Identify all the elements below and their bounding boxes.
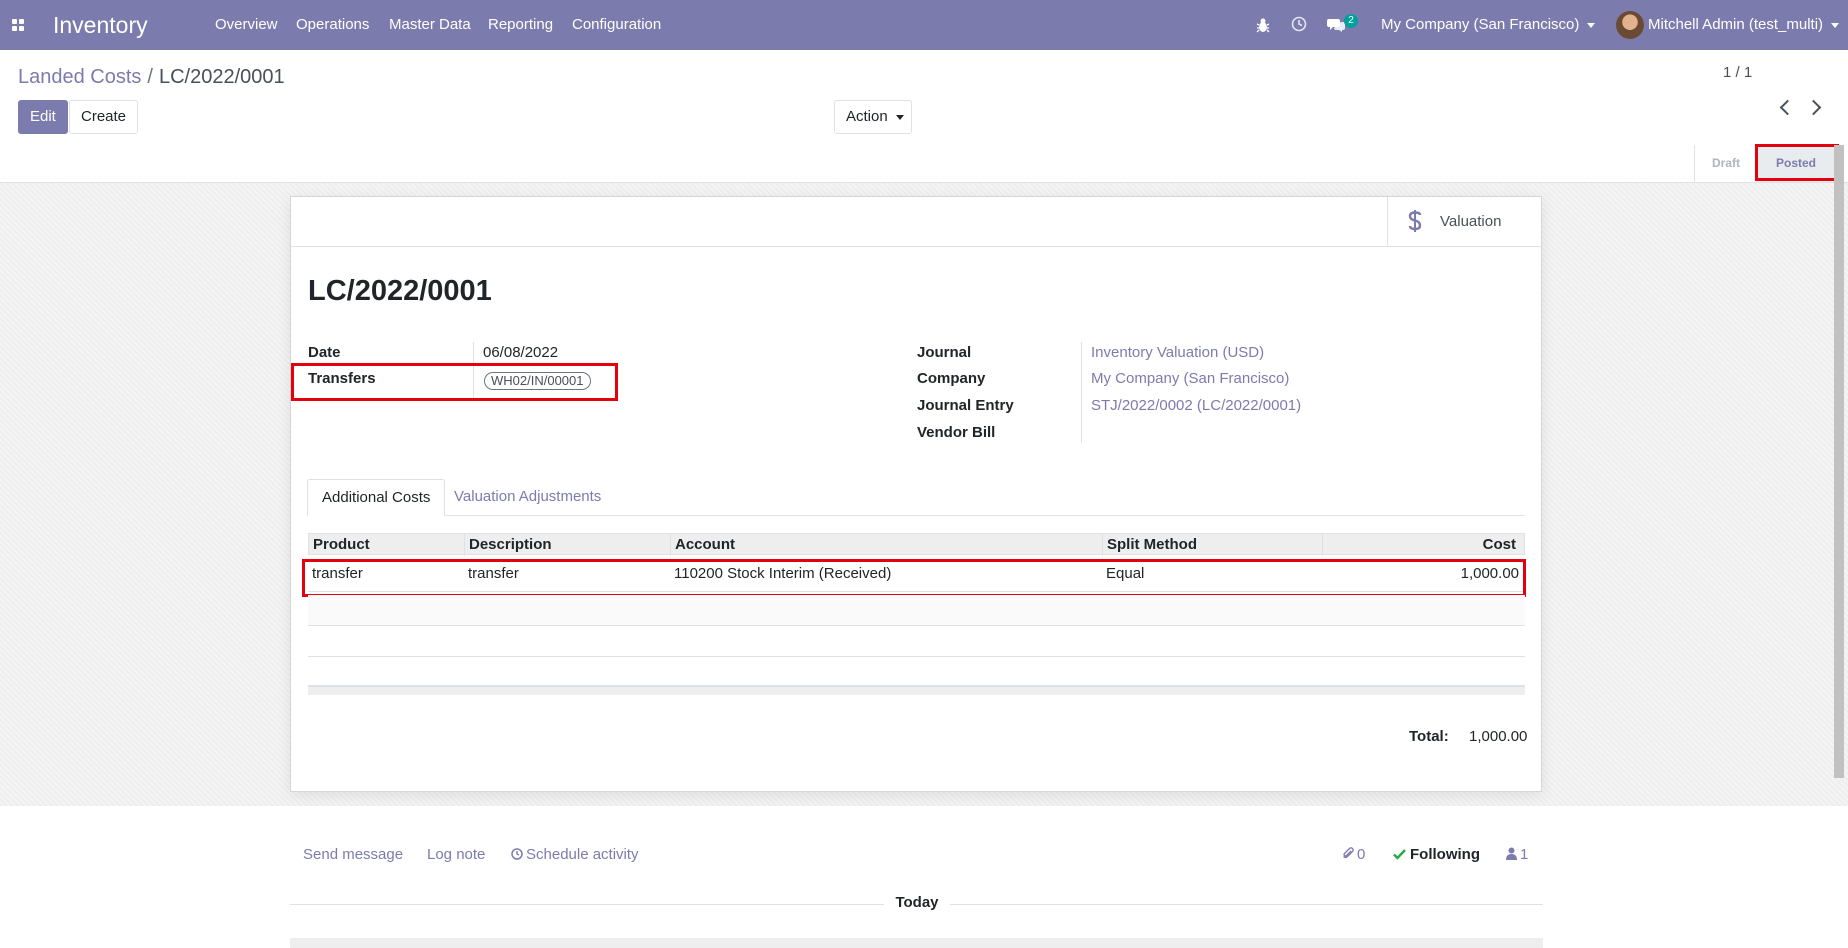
field-divider — [473, 342, 474, 398]
debug-bug-icon[interactable] — [1256, 17, 1270, 33]
log-note-button[interactable]: Log note — [427, 846, 485, 863]
form-sheet: Valuation LC/2022/0001 Date 06/08/2022 T… — [290, 196, 1542, 792]
breadcrumb: Landed Costs / LC/2022/0001 — [18, 66, 285, 89]
cell-account: 110200 Stock Interim (Received) — [674, 565, 892, 582]
journal-link[interactable]: Inventory Valuation (USD) — [1091, 344, 1264, 361]
valuation-button[interactable]: Valuation — [1387, 197, 1542, 246]
edit-button[interactable]: Edit — [18, 100, 68, 134]
cell-product: transfer — [312, 565, 363, 582]
column-account[interactable]: Account — [671, 534, 1103, 556]
menu-operations[interactable]: Operations — [296, 0, 369, 50]
transfers-label: Transfers — [308, 370, 376, 387]
company-name: My Company (San Francisco) — [1381, 16, 1580, 33]
empty-row — [308, 657, 1525, 686]
menu-overview[interactable]: Overview — [215, 0, 278, 50]
menu-master-data[interactable]: Master Data — [389, 0, 471, 50]
following-button[interactable]: Following — [1393, 846, 1480, 863]
column-description[interactable]: Description — [465, 534, 671, 556]
breadcrumb-parent-link[interactable]: Landed Costs — [18, 66, 141, 88]
empty-row — [308, 626, 1525, 657]
column-split-method[interactable]: Split Method — [1103, 534, 1323, 556]
followers-button[interactable]: 1 — [1506, 846, 1528, 863]
vendor-bill-label: Vendor Bill — [917, 424, 996, 441]
cost-lines-header: Product Description Account Split Method… — [308, 533, 1525, 556]
journal-entry-link[interactable]: STJ/2022/0002 (LC/2022/0001) — [1091, 397, 1301, 414]
attachments-button[interactable]: 0 — [1342, 846, 1365, 863]
chevron-down-icon — [1587, 22, 1596, 28]
schedule-activity-button[interactable]: Schedule activity — [511, 846, 639, 863]
table-row[interactable]: transfer transfer 110200 Stock Interim (… — [308, 557, 1525, 592]
check-icon — [1393, 849, 1406, 860]
activity-clock-icon[interactable] — [1291, 16, 1307, 32]
avatar[interactable] — [1616, 11, 1644, 39]
stage-draft[interactable]: Draft — [1694, 145, 1757, 182]
menu-reporting[interactable]: Reporting — [488, 0, 553, 50]
user-name: Mitchell Admin (test_multi) — [1648, 16, 1824, 33]
scrollbar[interactable] — [1834, 145, 1844, 778]
chat-bubbles-icon[interactable] — [1327, 17, 1345, 33]
company-switcher[interactable]: My Company (San Francisco) — [1381, 0, 1596, 50]
create-button[interactable]: Create — [69, 100, 139, 134]
tab-valuation-adjustments[interactable]: Valuation Adjustments — [454, 479, 601, 516]
schedule-activity-label: Schedule activity — [526, 846, 639, 863]
divider-line — [950, 904, 1543, 905]
action-dropdown-button[interactable]: Action — [834, 100, 912, 134]
action-label: Action — [846, 108, 888, 125]
total-value: 1,000.00 — [1469, 728, 1528, 745]
paperclip-icon — [1343, 847, 1354, 859]
message-count-badge: 2 — [1344, 14, 1358, 28]
user-icon — [1506, 847, 1517, 860]
pager-value[interactable]: 1 / 1 — [1723, 56, 1823, 90]
breadcrumb-current: LC/2022/0001 — [158, 66, 285, 88]
transfer-tag[interactable]: WH02/IN/00001 — [484, 372, 591, 390]
menu-configuration[interactable]: Configuration — [572, 0, 661, 50]
following-label: Following — [1410, 846, 1480, 863]
cell-split-method: Equal — [1106, 565, 1145, 582]
tab-additional-costs[interactable]: Additional Costs — [307, 479, 446, 516]
app-name[interactable]: Inventory — [53, 0, 148, 50]
chatter: Send message Log note Schedule activity … — [0, 806, 1848, 948]
column-product[interactable]: Product — [309, 534, 465, 556]
chevron-down-icon — [895, 114, 904, 120]
column-cost[interactable]: Cost — [1323, 534, 1524, 556]
cell-description: transfer — [468, 565, 519, 582]
company-link[interactable]: My Company (San Francisco) — [1091, 370, 1289, 387]
field-divider — [1081, 342, 1082, 443]
dollar-icon — [1408, 210, 1422, 232]
message-preview — [290, 938, 1543, 948]
breadcrumb-separator: / — [147, 66, 153, 88]
record-title: LC/2022/0001 — [308, 275, 492, 307]
chevron-down-icon — [1831, 22, 1840, 28]
follower-count: 1 — [1520, 846, 1529, 863]
user-menu[interactable]: Mitchell Admin (test_multi) — [1648, 0, 1840, 50]
status-bar: Draft Posted — [0, 145, 1848, 183]
date-label: Date — [308, 344, 341, 361]
empty-row — [308, 595, 1525, 626]
company-label: Company — [917, 370, 986, 387]
control-panel: Landed Costs / LC/2022/0001 Edit Create Ac… — [0, 50, 1848, 146]
stage-posted[interactable]: Posted — [1756, 145, 1836, 182]
valuation-label: Valuation — [1440, 213, 1502, 230]
divider-line — [290, 904, 884, 905]
attachment-count: 0 — [1357, 846, 1366, 863]
today-separator-label: Today — [895, 894, 939, 911]
total-label: Total: — [1409, 728, 1449, 745]
top-navbar: Inventory Overview Operations Master Dat… — [0, 0, 1848, 50]
journal-entry-label: Journal Entry — [917, 397, 1014, 414]
send-message-button[interactable]: Send message — [303, 846, 403, 863]
journal-label: Journal — [917, 344, 972, 361]
app-grid-icon[interactable] — [12, 19, 24, 31]
cell-cost: 1,000.00 — [1460, 565, 1519, 582]
table-footer — [308, 686, 1525, 695]
button-box: Valuation — [291, 197, 1541, 247]
date-value: 06/08/2022 — [483, 344, 559, 361]
clock-icon — [511, 848, 523, 860]
